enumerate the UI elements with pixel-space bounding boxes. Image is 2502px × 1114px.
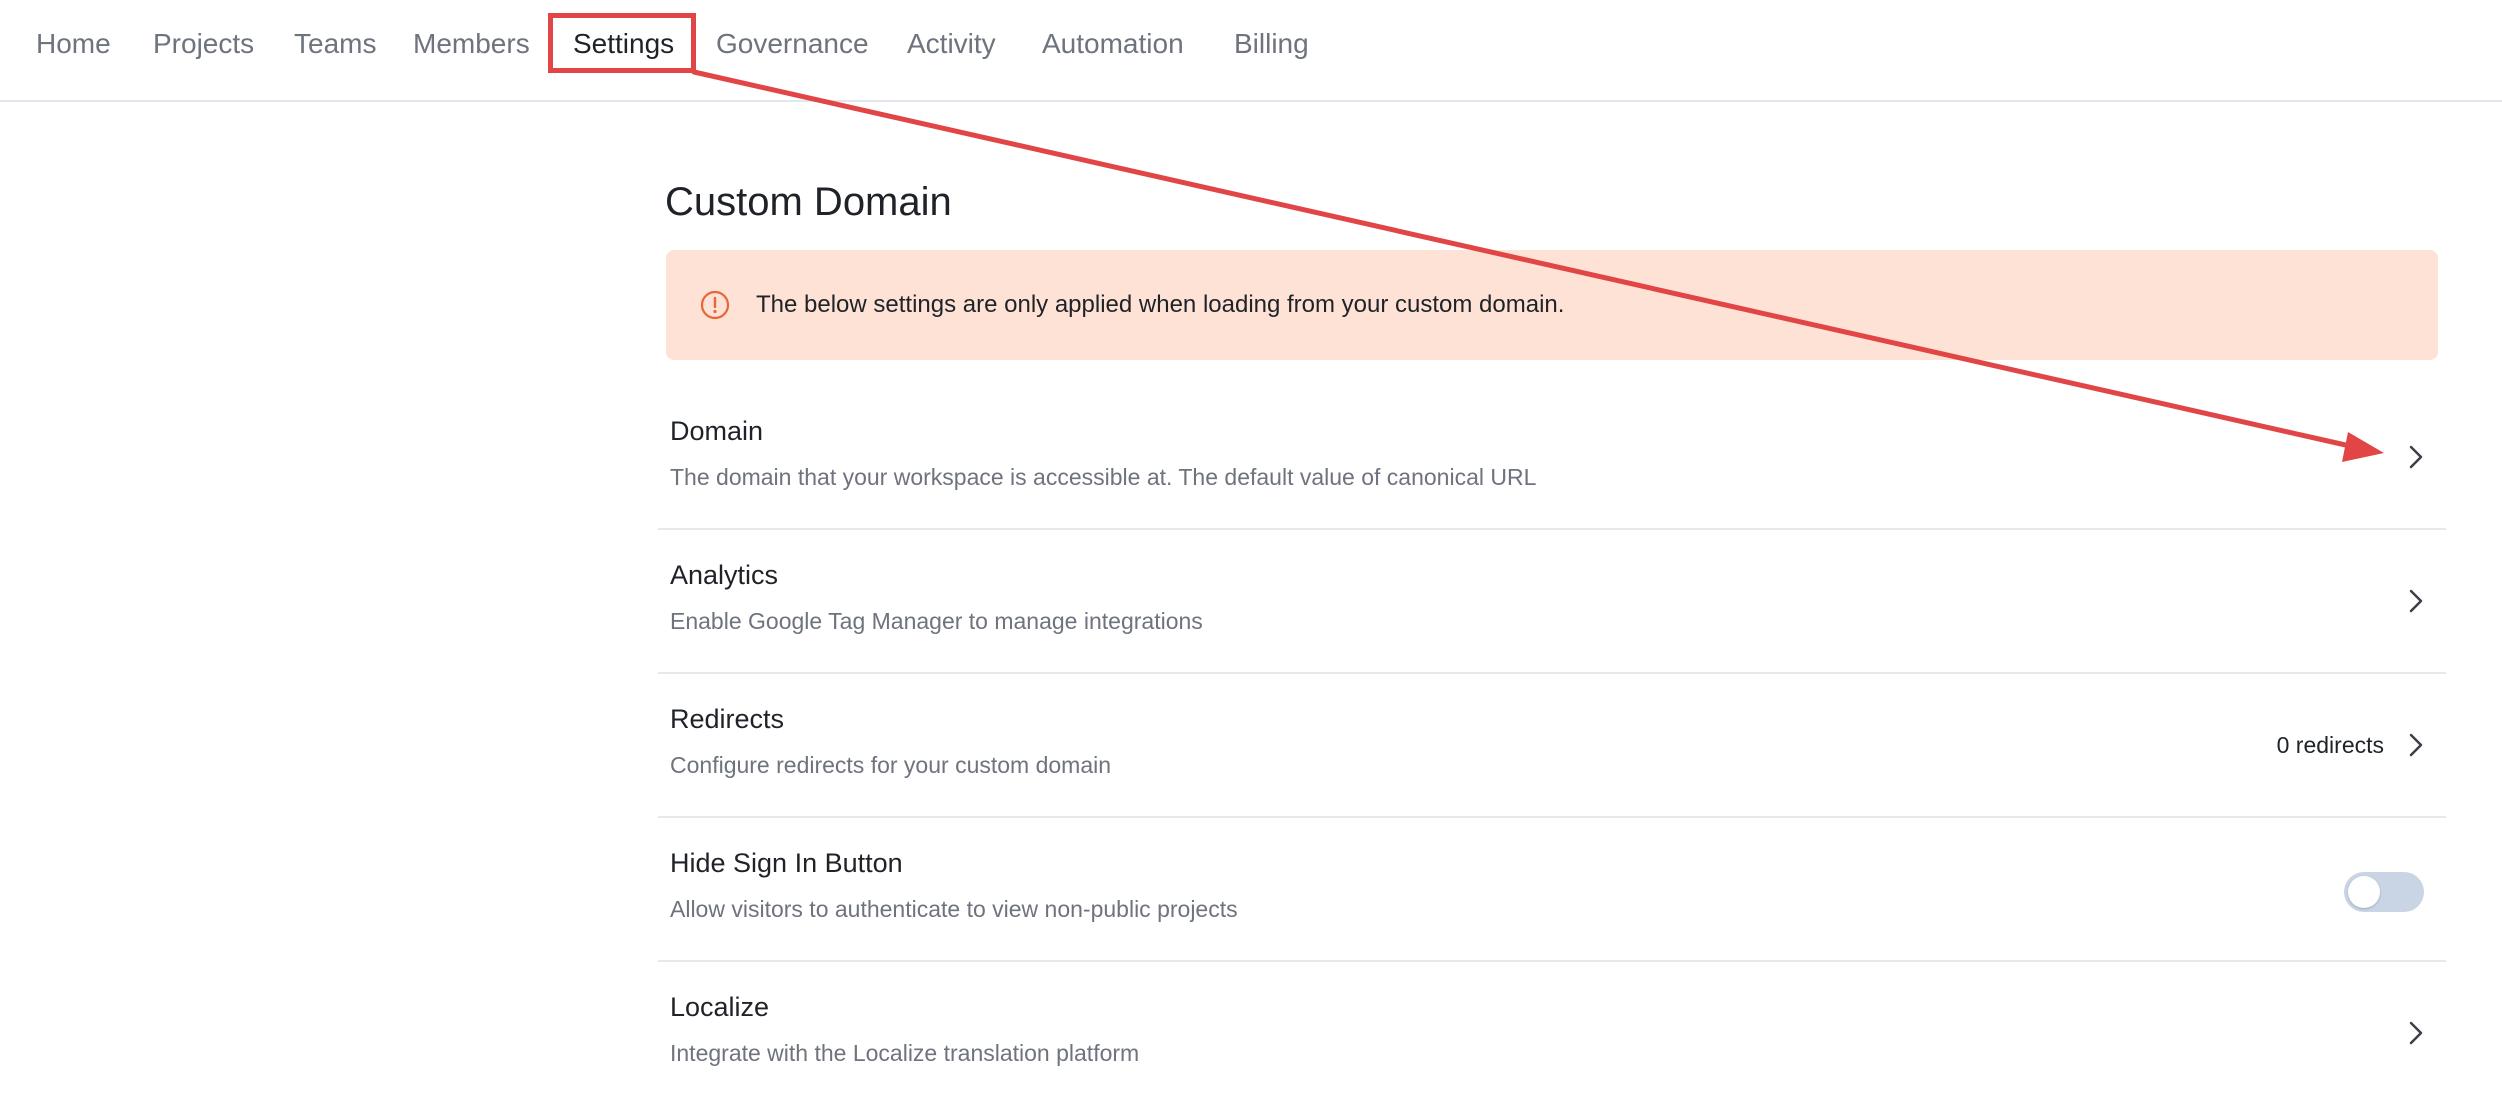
top-navigation: Home Projects Teams Members Settings Gov… [0,0,2502,102]
setting-description: Enable Google Tag Manager to manage inte… [670,608,1203,634]
nav-item-members[interactable]: Members [413,26,530,62]
nav-item-settings[interactable]: Settings [573,26,674,62]
setting-row-redirects[interactable]: Redirects Configure redirects for your c… [658,674,2446,818]
setting-description: Integrate with the Localize translation … [670,1040,1140,1066]
setting-description: Allow visitors to authenticate to view n… [670,896,1238,922]
chevron-right-icon[interactable] [2404,442,2428,472]
setting-title: Hide Sign In Button [670,848,903,878]
nav-item-home[interactable]: Home [36,26,111,62]
setting-title: Domain [670,416,764,446]
nav-item-projects[interactable]: Projects [153,26,254,62]
nav-item-billing[interactable]: Billing [1234,26,1309,62]
redirects-count: 0 redirects [2276,732,2384,758]
setting-title: Redirects [670,704,785,734]
info-notice-banner: The below settings are only applied when… [666,250,2438,360]
alert-circle-icon [700,290,730,320]
setting-description: The domain that your workspace is access… [670,464,1537,490]
page-title: Custom Domain [665,180,952,224]
setting-title: Localize [670,992,770,1022]
setting-row-analytics[interactable]: Analytics Enable Google Tag Manager to m… [658,530,2446,674]
setting-row-hide-sign-in-button: Hide Sign In Button Allow visitors to au… [658,818,2446,962]
toggle-knob [2348,876,2380,908]
nav-item-governance[interactable]: Governance [716,26,869,62]
nav-item-activity[interactable]: Activity [907,26,996,62]
nav-item-automation[interactable]: Automation [1042,26,1184,62]
setting-description: Configure redirects for your custom doma… [670,752,1112,778]
notice-text: The below settings are only applied when… [756,291,1565,318]
hide-sign-in-toggle[interactable] [2344,872,2424,912]
nav-item-teams[interactable]: Teams [294,26,376,62]
setting-row-domain[interactable]: Domain The domain that your workspace is… [658,386,2446,530]
chevron-right-icon[interactable] [2404,586,2428,616]
setting-title: Analytics [670,560,779,590]
chevron-right-icon[interactable] [2404,730,2428,760]
chevron-right-icon[interactable] [2404,1018,2428,1048]
setting-row-localize[interactable]: Localize Integrate with the Localize tra… [658,962,2446,1106]
